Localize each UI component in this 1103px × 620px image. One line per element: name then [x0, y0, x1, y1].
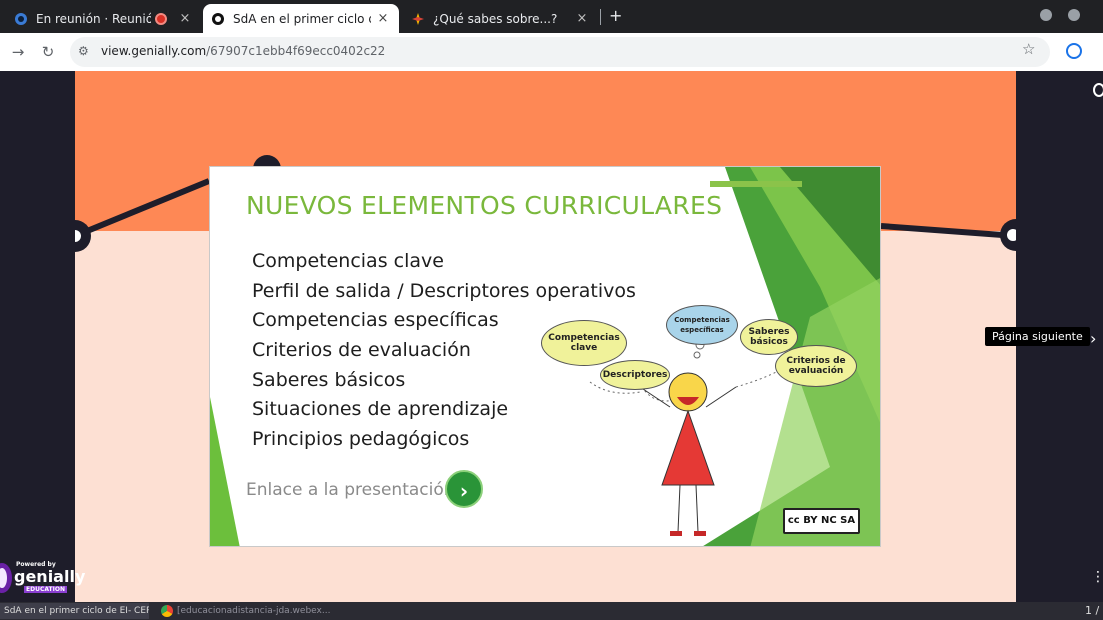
chrome-icon [161, 604, 173, 617]
close-tab-icon[interactable]: × [375, 11, 391, 26]
quiz-favicon-icon [412, 12, 424, 25]
bubble-descriptores: Descriptores [600, 360, 670, 390]
lomloe-figures [710, 181, 802, 187]
site-settings-icon[interactable]: ⚙ [78, 44, 94, 60]
next-page-button[interactable]: › [1090, 329, 1096, 348]
genially-viewer: NUEVOS ELEMENTOS CURRICULARES Competenci… [0, 71, 1103, 602]
tab-separator [600, 9, 601, 25]
new-tab-button[interactable]: + [609, 6, 622, 25]
recording-icon [155, 12, 167, 25]
bubble-criterios-evaluacion: Criterios de evaluación [775, 345, 857, 387]
taskbar-item-genially[interactable]: SdA en el primer ciclo de EI- CEPS... [0, 603, 149, 619]
bubble-competencias-especificas: Competencias específicas [666, 305, 738, 345]
brand-label: genially [14, 567, 86, 586]
education-label: EDUCATION [24, 586, 67, 593]
bubble-competencias-clave: Competencias clave [541, 320, 627, 366]
taskbar-item-label: [educacionadistancia-jda.webex... [177, 606, 331, 616]
bookmark-star-icon[interactable]: ☆ [1022, 40, 1035, 58]
url-host: view.genially.com [101, 44, 207, 58]
tab-quiz[interactable]: ¿Qué sabes sobre...? × [403, 4, 598, 33]
genially-badge[interactable]: Powered by genially EDUCATION [0, 559, 85, 597]
more-options-button[interactable]: ⋮ [1091, 569, 1103, 585]
page-number: 1 / [1085, 604, 1100, 617]
tab-title: SdA en el primer ciclo de [233, 11, 371, 26]
genially-logo-icon [0, 563, 12, 593]
url-text: view.genially.com/67907c1ebb4f69ecc0402c… [101, 44, 385, 58]
maximize-button[interactable] [1068, 9, 1080, 21]
close-tab-icon[interactable]: × [177, 11, 193, 26]
close-tab-icon[interactable]: × [574, 11, 590, 26]
slide-image: NUEVOS ELEMENTOS CURRICULARES Competenci… [209, 166, 881, 547]
url-path: /67907c1ebb4f69ecc0402c22 [206, 44, 386, 58]
next-page-tooltip: Página siguiente [985, 327, 1090, 346]
reload-icon[interactable]: ↻ [38, 42, 58, 62]
minimize-button[interactable] [1040, 9, 1052, 21]
taskbar: SdA en el primer ciclo de EI- CEPS... [e… [0, 602, 1103, 620]
presentation-link-text[interactable]: Enlace a la presentación [246, 480, 455, 500]
taskbar-item-webex[interactable]: [educacionadistancia-jda.webex... [157, 603, 332, 619]
profile-avatar-icon[interactable] [1066, 43, 1082, 59]
tab-title: ¿Qué sabes sobre...? [433, 11, 558, 26]
creative-commons-license: cc BY NC SA [783, 508, 860, 534]
tab-title: En reunión · Reunión [36, 11, 151, 26]
browser-tab-strip: En reunión · Reunión × SdA en el primer … [0, 0, 1103, 33]
open-presentation-button[interactable]: › [445, 470, 483, 508]
presentation-canvas: NUEVOS ELEMENTOS CURRICULARES Competenci… [75, 71, 1016, 602]
browser-toolbar: → ↻ ⚙ view.genially.com/67907c1ebb4f69ec… [0, 33, 1103, 71]
address-bar[interactable]: ⚙ view.genially.com/67907c1ebb4f69ecc040… [70, 37, 1050, 67]
tab-genially[interactable]: SdA en el primer ciclo de × [203, 4, 399, 33]
webex-icon [15, 12, 27, 25]
fullscreen-icon[interactable] [1093, 83, 1103, 97]
tab-meeting[interactable]: En reunión · Reunión × [6, 4, 201, 33]
back-arrow-icon[interactable]: → [8, 42, 28, 62]
genially-favicon-icon [212, 12, 224, 25]
